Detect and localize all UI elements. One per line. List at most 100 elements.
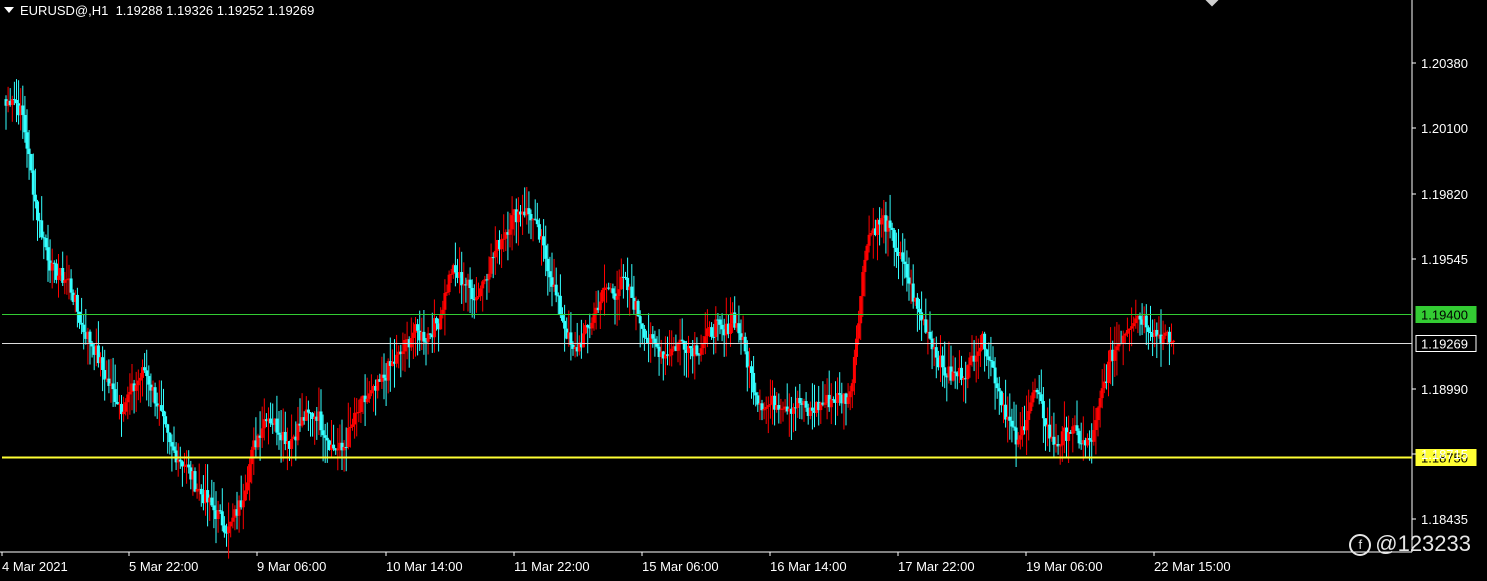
y-tick-label: 1.18435 bbox=[1421, 512, 1468, 527]
candle-body bbox=[859, 296, 863, 324]
candle-body bbox=[46, 247, 50, 261]
candle-body bbox=[1088, 438, 1092, 440]
collapse-triangle-icon[interactable] bbox=[4, 7, 14, 13]
x-tick-label: 22 Mar 15:00 bbox=[1154, 559, 1231, 574]
candle-body bbox=[737, 323, 741, 334]
x-tick-label: 15 Mar 06:00 bbox=[642, 559, 719, 574]
candle-body bbox=[69, 278, 73, 293]
candle-body bbox=[246, 482, 249, 491]
candle-body bbox=[290, 438, 294, 449]
candle-body bbox=[768, 404, 772, 406]
candle-body bbox=[999, 391, 1003, 406]
candle-body bbox=[124, 402, 128, 412]
candle-body bbox=[23, 114, 27, 133]
candle-body bbox=[943, 367, 947, 376]
candle-body bbox=[27, 148, 31, 155]
candle-body bbox=[941, 355, 945, 368]
candle-body bbox=[159, 405, 163, 411]
candle-body bbox=[1041, 401, 1045, 419]
candle-body bbox=[750, 366, 753, 373]
candle-body bbox=[903, 261, 907, 265]
watermark-logo-icon: f bbox=[1349, 534, 1372, 556]
candle-body bbox=[718, 319, 722, 325]
symbol-header: EURUSD@,H1 1.19288 1.19326 1.19252 1.192… bbox=[4, 3, 314, 18]
candle-body bbox=[976, 351, 980, 356]
candle-body bbox=[344, 446, 348, 448]
candle-body bbox=[754, 392, 758, 396]
candle-body bbox=[993, 367, 997, 384]
x-tick-label: 4 Mar 2021 bbox=[2, 559, 68, 574]
candle-body bbox=[44, 238, 48, 248]
candle-body bbox=[804, 401, 808, 408]
candle-body bbox=[357, 411, 361, 413]
candle-body bbox=[439, 314, 443, 330]
candle-body bbox=[838, 393, 842, 395]
candle-body bbox=[487, 273, 491, 280]
candle-body bbox=[680, 339, 684, 342]
y-tick-label: 1.20100 bbox=[1421, 121, 1468, 136]
candle-body bbox=[1029, 402, 1033, 412]
candle-body bbox=[489, 257, 493, 274]
candle-body bbox=[500, 239, 504, 250]
green-level-label: 1.19400 bbox=[1421, 308, 1468, 323]
candle-body bbox=[78, 311, 81, 323]
candle-body bbox=[710, 327, 714, 337]
candle-body bbox=[409, 338, 413, 348]
candle-body bbox=[1098, 398, 1102, 408]
candle-body bbox=[880, 218, 884, 225]
candle-body bbox=[1077, 430, 1081, 444]
candle-body bbox=[216, 510, 220, 520]
candle-body bbox=[336, 448, 340, 451]
candle-body bbox=[846, 397, 850, 404]
candlestick-chart[interactable]: 1.194001.192691.187501.203801.201001.198… bbox=[0, 0, 1487, 581]
candle-body bbox=[987, 356, 991, 360]
candle-body bbox=[563, 320, 567, 329]
candle-body bbox=[403, 340, 407, 352]
chart-area[interactable]: 1.19400 1.19269 1.18750 1.20380 1.20100 1.198… bbox=[0, 0, 1487, 581]
candle-body bbox=[128, 391, 132, 395]
candle-body bbox=[978, 347, 982, 352]
candle-body bbox=[582, 333, 585, 348]
candle-body bbox=[80, 322, 84, 325]
candle-body bbox=[470, 287, 474, 300]
x-tick-label: 17 Mar 22:00 bbox=[898, 559, 975, 574]
candle-body bbox=[166, 424, 170, 433]
candle-body bbox=[416, 324, 420, 331]
candle-body bbox=[1146, 327, 1150, 332]
candle-body bbox=[901, 252, 905, 262]
candle-body bbox=[689, 346, 693, 349]
candle-body bbox=[1075, 425, 1079, 431]
candle-body bbox=[218, 510, 222, 512]
candle-body bbox=[1161, 335, 1165, 344]
candle-body bbox=[445, 292, 449, 294]
candle-body bbox=[1071, 426, 1075, 434]
candle-body bbox=[260, 428, 264, 438]
candle-body bbox=[651, 334, 655, 339]
candle-body bbox=[321, 430, 325, 436]
y-tick-label: 1.19820 bbox=[1421, 187, 1468, 202]
candle-body bbox=[187, 464, 191, 468]
candle-body bbox=[855, 338, 858, 357]
candle-body bbox=[325, 437, 329, 441]
candle-body bbox=[481, 281, 485, 289]
candle-body bbox=[248, 464, 252, 483]
candle-body bbox=[703, 336, 707, 344]
candle-body bbox=[1144, 315, 1148, 328]
candle-body bbox=[705, 328, 709, 337]
candle-body bbox=[542, 236, 546, 246]
candle-body bbox=[590, 322, 594, 329]
candle-body bbox=[546, 258, 550, 272]
candle-body bbox=[544, 245, 548, 259]
candle-body bbox=[468, 279, 472, 288]
candle-body bbox=[598, 301, 602, 311]
candle-body bbox=[894, 247, 898, 253]
candle-body bbox=[33, 194, 37, 202]
candle-body bbox=[865, 245, 869, 260]
candle-body bbox=[712, 336, 716, 338]
candle-body bbox=[1163, 332, 1167, 336]
candle-body bbox=[764, 406, 768, 409]
candle-body bbox=[1172, 340, 1176, 342]
candle-body bbox=[810, 407, 814, 411]
candle-body bbox=[134, 385, 138, 391]
candle-body bbox=[510, 215, 514, 230]
